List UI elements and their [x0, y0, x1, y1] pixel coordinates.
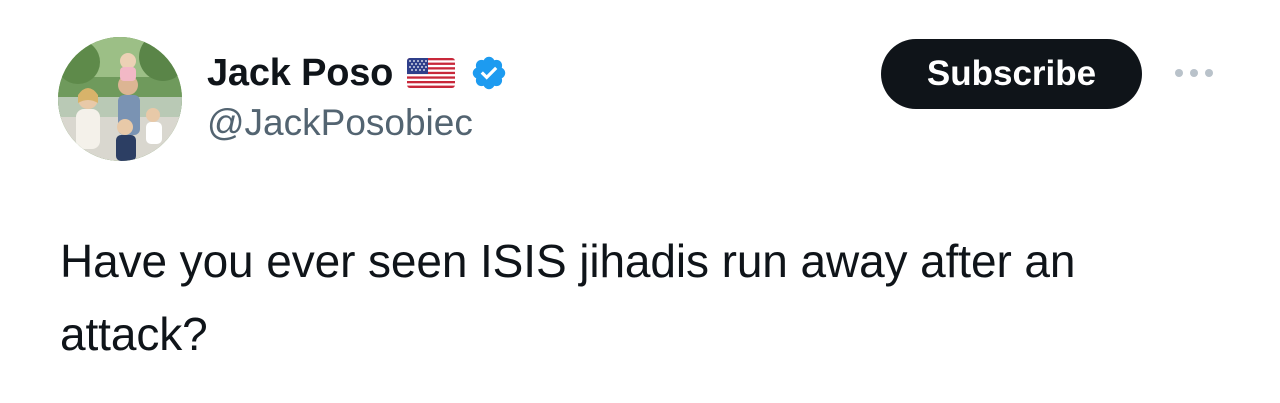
display-name[interactable]: Jack Poso	[207, 52, 393, 95]
subscribe-button[interactable]: Subscribe	[881, 39, 1142, 109]
more-dot	[1190, 69, 1198, 77]
more-dot	[1175, 69, 1183, 77]
more-dot	[1205, 69, 1213, 77]
author-name-row: Jack Poso	[207, 48, 508, 98]
verified-badge-icon[interactable]	[470, 54, 508, 92]
tweet-text: Have you ever seen ISIS jihadis run away…	[60, 235, 1076, 360]
tweet-card: Jack Poso @JackPosobiec Subscribe Have y…	[0, 0, 1280, 403]
more-options-icon[interactable]	[1168, 58, 1220, 88]
author-handle[interactable]: @JackPosobiec	[207, 102, 473, 144]
avatar[interactable]	[58, 37, 182, 161]
us-flag-icon	[407, 58, 456, 88]
